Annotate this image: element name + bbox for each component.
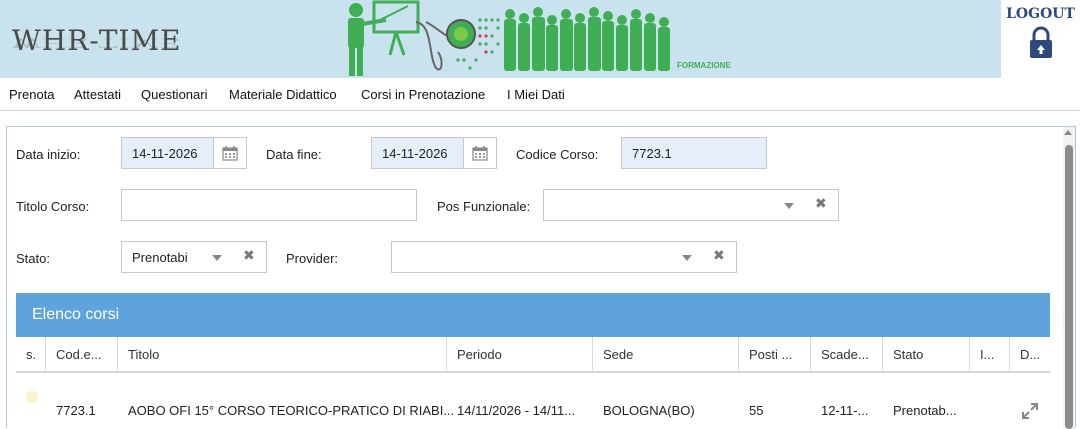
stato-select[interactable]: Prenotabi ✖ xyxy=(121,241,267,273)
data-fine-field[interactable]: 14-11-2026 xyxy=(371,137,497,169)
provider-select[interactable]: ✖ xyxy=(391,241,737,273)
banner-illustration: FORMAZIONE xyxy=(348,0,731,76)
grid-title-bar: Elenco corsi xyxy=(16,293,1050,337)
codice-corso-input[interactable]: 7723.1 xyxy=(621,137,767,169)
data-inizio-calendar-button[interactable] xyxy=(213,138,246,168)
stato-value: Prenotabi xyxy=(132,250,188,265)
scroll-up-icon[interactable] xyxy=(1064,130,1072,135)
titolo-corso-input[interactable] xyxy=(121,189,417,221)
column-header-label: Cod.e... xyxy=(56,347,102,362)
cell-sede: BOLOGNA(BO) xyxy=(603,403,695,418)
logout-button[interactable]: LOGOUT xyxy=(1001,0,1080,78)
app-logo-reflection: WHR-TIME xyxy=(12,35,182,50)
data-inizio-value: 14-11-2026 xyxy=(132,146,198,161)
codice-corso-label: Codice Corso: xyxy=(516,147,599,162)
data-inizio-field[interactable]: 14-11-2026 xyxy=(121,137,247,169)
column-header-label: Titolo xyxy=(128,347,160,362)
column-header-periodo[interactable]: Periodo xyxy=(447,337,593,371)
menu-item-miei-dati[interactable]: I Miei Dati xyxy=(507,87,565,102)
header-banner: WHR-TIME WHR-TIME FORMAZIONE LOGOUT xyxy=(0,0,1080,78)
data-fine-value: 14-11-2026 xyxy=(382,146,448,161)
column-header-label: Sede xyxy=(603,347,634,362)
chevron-down-icon[interactable] xyxy=(212,255,222,261)
column-header-label: Periodo xyxy=(457,347,502,362)
data-fine-calendar-button[interactable] xyxy=(463,138,496,168)
menu-item-questionari[interactable]: Questionari xyxy=(141,87,207,102)
cell-posti: 55 xyxy=(749,403,764,418)
calendar-icon xyxy=(472,146,488,161)
menu-item-materiale-didattico[interactable]: Materiale Didattico xyxy=(229,87,337,102)
search-panel: Data inizio: 14-11-2026 Data fine: 14-11… xyxy=(6,126,1076,429)
cell-codice: 7723.1 xyxy=(56,403,96,418)
clear-icon[interactable]: ✖ xyxy=(713,248,725,264)
column-header-stato[interactable]: Stato xyxy=(883,337,970,371)
clear-icon[interactable]: ✖ xyxy=(243,248,255,264)
column-header-s[interactable]: s. xyxy=(16,337,46,371)
lock-icon xyxy=(1029,26,1052,58)
grid-title: Elenco corsi xyxy=(32,306,120,323)
provider-label: Provider: xyxy=(286,251,339,266)
column-header-titolo[interactable]: Titolo xyxy=(118,337,447,371)
status-indicator xyxy=(26,391,38,403)
column-header-label: Posti ... xyxy=(749,347,793,362)
pos-funzionale-label: Pos Funzionale: xyxy=(437,199,531,214)
chevron-down-icon[interactable] xyxy=(682,255,692,261)
scrollbar-thumb[interactable] xyxy=(1065,145,1073,429)
cell-scadenza: 12-11-... xyxy=(821,403,869,418)
menu-item-corsi-in-prenotazione[interactable]: Corsi in Prenotazione xyxy=(361,87,485,102)
grid-header: s. Cod.e... Titolo Periodo Sede Posti ..… xyxy=(16,337,1050,373)
banner-caption: FORMAZIONE xyxy=(677,61,731,70)
data-fine-label: Data fine: xyxy=(266,147,322,162)
data-inizio-label: Data inizio: xyxy=(16,147,81,162)
column-header-label: s. xyxy=(26,347,37,362)
logout-label: LOGOUT xyxy=(1006,6,1075,22)
main-menu: Prenota Attestati Questionari Materiale … xyxy=(0,78,1080,111)
chevron-down-icon[interactable] xyxy=(784,203,794,209)
column-header-scadenza[interactable]: Scade... xyxy=(811,337,883,371)
column-header-d[interactable]: D... xyxy=(1010,337,1050,371)
pos-funzionale-select[interactable]: ✖ xyxy=(543,189,839,221)
cell-titolo: AOBO OFI 15° CORSO TEORICO-PRATICO DI RI… xyxy=(128,403,455,418)
column-header-label: Scade... xyxy=(821,347,869,362)
clear-icon[interactable]: ✖ xyxy=(815,196,827,212)
column-header-sede[interactable]: Sede xyxy=(593,337,739,371)
table-row[interactable]: 7723.1 AOBO OFI 15° CORSO TEORICO-PRATIC… xyxy=(16,391,1050,429)
column-header-codice[interactable]: Cod.e... xyxy=(46,337,118,371)
titolo-corso-label: Titolo Corso: xyxy=(16,199,90,214)
column-header-posti[interactable]: Posti ... xyxy=(739,337,811,371)
cell-stato: Prenotab... xyxy=(893,403,957,418)
menu-item-attestati[interactable]: Attestati xyxy=(74,87,121,102)
scrollbar[interactable] xyxy=(1063,127,1075,429)
column-header-i[interactable]: I... xyxy=(970,337,1010,371)
column-header-label: Stato xyxy=(893,347,924,362)
stato-label: Stato: xyxy=(16,251,50,266)
codice-corso-value: 7723.1 xyxy=(632,146,672,161)
menu-item-prenota[interactable]: Prenota xyxy=(9,87,55,102)
column-header-label: D... xyxy=(1020,347,1041,362)
column-header-label: I... xyxy=(980,347,995,362)
expand-icon[interactable] xyxy=(1021,402,1039,420)
cell-periodo: 14/11/2026 - 14/11... xyxy=(457,403,576,418)
calendar-icon xyxy=(222,146,238,161)
